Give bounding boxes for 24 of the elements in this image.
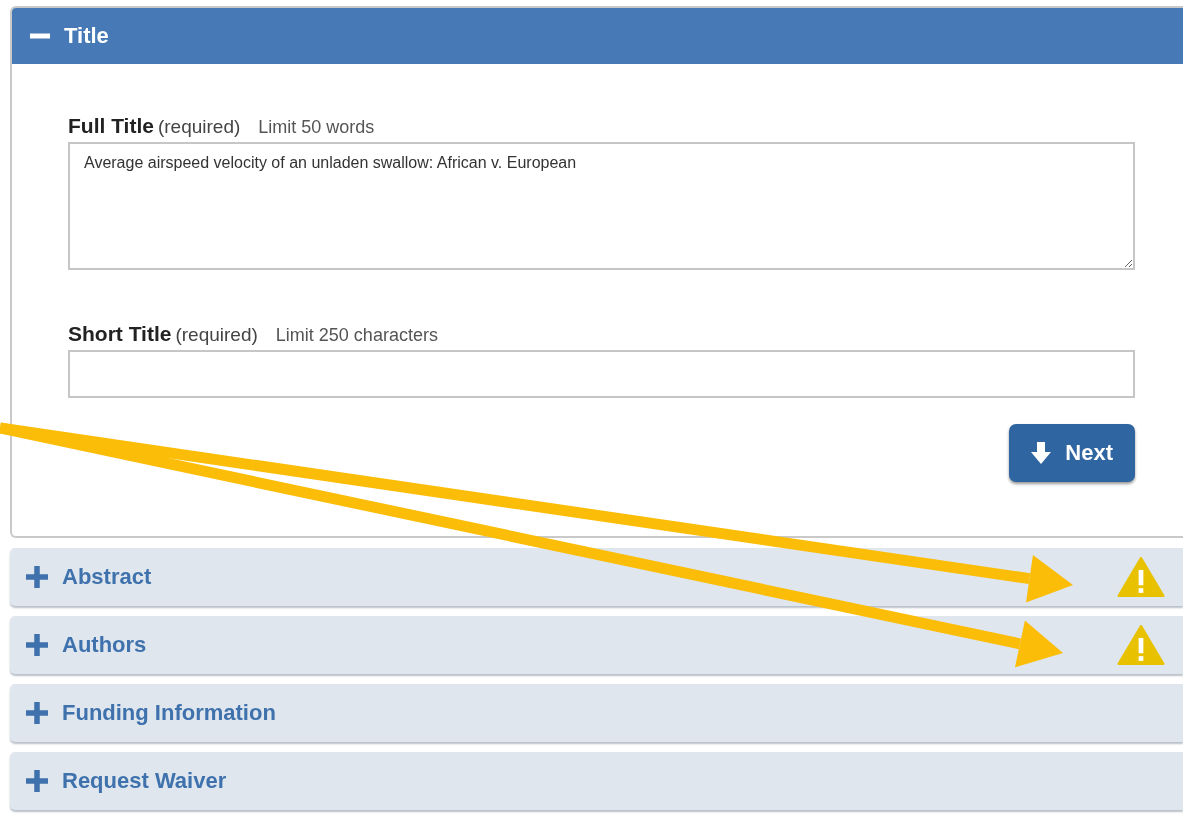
panel-header[interactable]: Authors: [10, 616, 1183, 674]
panel-title[interactable]: Abstract: [62, 564, 152, 590]
next-button[interactable]: Next: [1009, 424, 1135, 482]
panel-header[interactable]: Title: [12, 8, 1183, 64]
panel-title[interactable]: Title: [64, 23, 109, 49]
field-label: Short Title: [68, 322, 172, 346]
limit-hint: Limit 250 characters: [275, 325, 438, 346]
panel-title[interactable]: Authors: [62, 632, 147, 658]
panel-header[interactable]: Abstract: [10, 548, 1183, 606]
plus-icon[interactable]: [26, 634, 48, 656]
plus-icon[interactable]: [26, 566, 48, 588]
input-field[interactable]: [68, 350, 1135, 398]
plus-icon[interactable]: [26, 702, 48, 724]
panel-title[interactable]: Funding Information: [62, 700, 276, 726]
required-note: (required): [175, 324, 258, 346]
panel-title[interactable]: Request Waiver: [62, 768, 227, 794]
down-arrow-icon: [1031, 442, 1052, 464]
limit-hint: Limit 50 words: [258, 117, 375, 138]
panel-header[interactable]: Funding Information: [10, 684, 1183, 742]
plus-icon[interactable]: [26, 770, 48, 792]
required-note: (required): [157, 116, 241, 138]
panel-header[interactable]: Request Waiver: [10, 752, 1183, 810]
field-label: Full Title: [68, 114, 154, 138]
text-area[interactable]: Average airspeed velocity of an unladen swallow: African v. European: [68, 142, 1135, 270]
